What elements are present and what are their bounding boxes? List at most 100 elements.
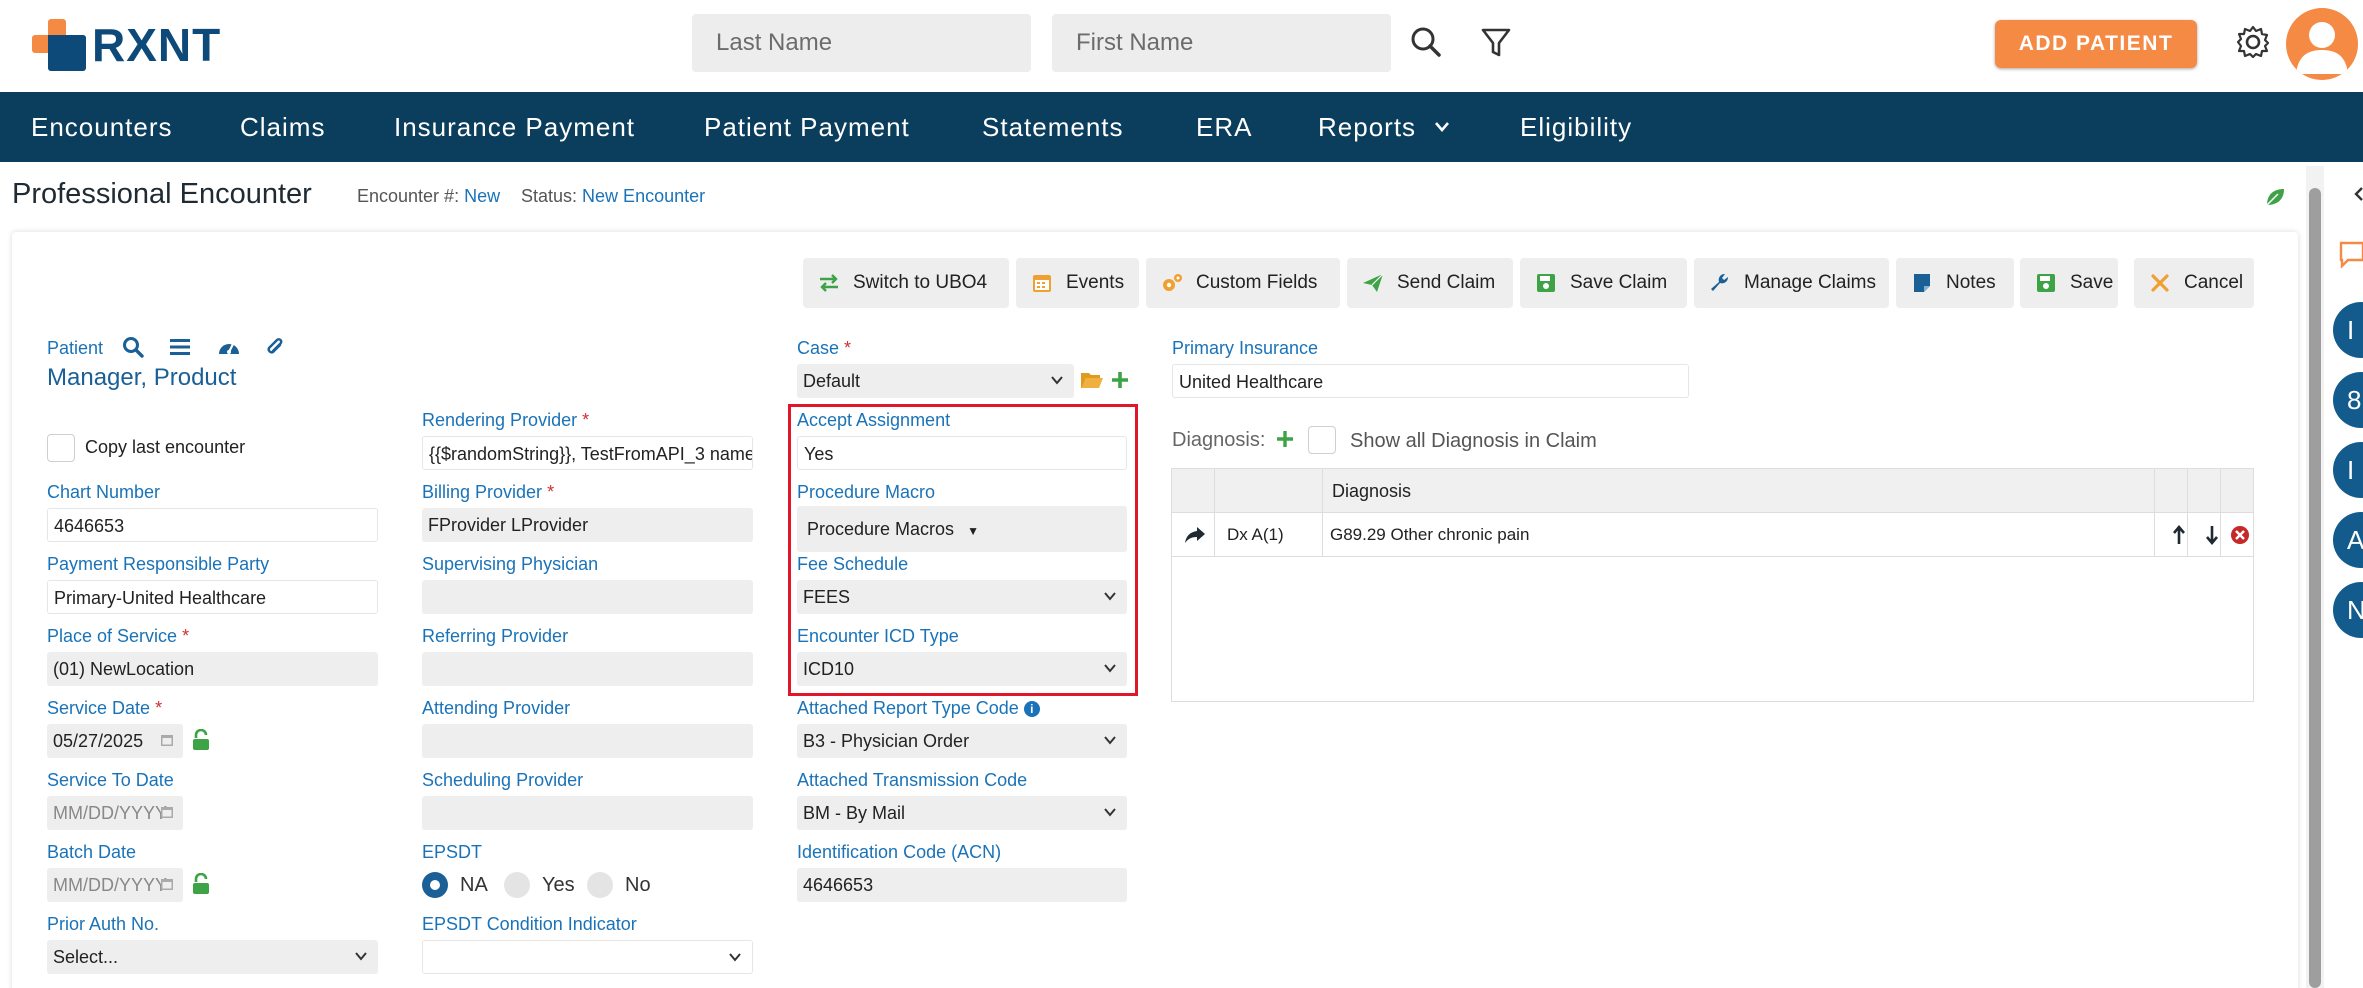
send-claim-label: Send Claim xyxy=(1397,272,1496,293)
add-diagnosis-plus-icon[interactable] xyxy=(1276,430,1294,448)
patient-name-link[interactable]: Manager, Product xyxy=(47,364,236,392)
send-claim-button[interactable]: Send Claim xyxy=(1347,258,1513,308)
show-all-diagnosis-checkbox[interactable] xyxy=(1308,426,1336,454)
attending-provider-field[interactable] xyxy=(422,724,753,758)
diagnosis-description: G89.29 Other chronic pain xyxy=(1330,525,1530,544)
manage-claims-button[interactable]: Manage Claims xyxy=(1694,258,1889,308)
scrollbar-thumb[interactable] xyxy=(2309,188,2321,988)
transmission-code-label: Attached Transmission Code xyxy=(797,770,1028,790)
arrow-up-icon[interactable] xyxy=(2172,524,2186,546)
accept-assignment-field[interactable]: Yes xyxy=(797,436,1127,470)
side-panel-avatar[interactable]: I xyxy=(2333,302,2363,358)
user-avatar-icon[interactable] xyxy=(2286,8,2358,80)
chevron-down-icon[interactable] xyxy=(1434,120,1450,134)
save-button[interactable]: Save xyxy=(2020,258,2118,308)
calendar-icon[interactable] xyxy=(160,877,174,891)
info-icon[interactable]: i xyxy=(1023,701,1040,717)
nav-eligibility[interactable]: Eligibility xyxy=(1520,92,1632,162)
custom-fields-button[interactable]: Custom Fields xyxy=(1146,258,1340,308)
page-title: Professional Encounter xyxy=(12,178,312,210)
add-patient-button[interactable]: ADD PATIENT xyxy=(1995,20,2197,68)
rendering-provider-label-text: Rendering Provider xyxy=(422,410,578,430)
side-panel-avatar[interactable]: N xyxy=(2333,582,2363,638)
procedure-macro-select[interactable]: Procedure Macros ▼ xyxy=(797,506,1127,552)
primary-insurance-field[interactable]: United Healthcare xyxy=(1172,364,1689,398)
nav-era[interactable]: ERA xyxy=(1196,92,1252,162)
epsdt-condition-label: EPSDT Condition Indicator xyxy=(422,914,637,934)
fee-schedule-select[interactable]: FEES xyxy=(797,580,1127,614)
place-of-service-label-text: Place of Service xyxy=(47,626,178,646)
billing-provider-field[interactable]: FProvider LProvider xyxy=(422,508,753,542)
chevron-left-icon[interactable] xyxy=(2354,186,2363,202)
supervising-physician-field[interactable] xyxy=(422,580,753,614)
epsdt-no-radio[interactable] xyxy=(587,872,613,898)
epsdt-yes-radio[interactable] xyxy=(504,872,530,898)
referring-provider-field[interactable] xyxy=(422,652,753,686)
nav-reports[interactable]: Reports xyxy=(1318,92,1416,162)
report-type-code-select[interactable]: B3 - Physician Order xyxy=(797,724,1127,758)
scheduling-provider-field[interactable] xyxy=(422,796,753,830)
nav-claims[interactable]: Claims xyxy=(240,92,325,162)
chevron-down-icon xyxy=(1104,592,1116,601)
copy-last-encounter-label: Copy last encounter xyxy=(85,437,246,457)
switch-to-ub04-button[interactable]: Switch to UBO4 xyxy=(803,258,1009,308)
primary-insurance-label: Primary Insurance xyxy=(1172,338,1319,358)
patient-search-icon[interactable] xyxy=(122,336,144,358)
first-name-search-input[interactable] xyxy=(1052,14,1391,72)
epsdt-na-radio[interactable] xyxy=(422,872,448,898)
transmission-code-select[interactable]: BM - By Mail xyxy=(797,796,1127,830)
chart-number-field[interactable]: 4646653 xyxy=(47,508,378,542)
rendering-provider-field[interactable]: {{$randomString}}, TestFromAPI_3 name xyxy=(422,436,753,470)
paperclip-icon[interactable] xyxy=(265,336,285,358)
dashboard-gauge-icon[interactable] xyxy=(217,336,241,358)
x-icon xyxy=(2151,274,2169,292)
chevron-down-icon xyxy=(1051,376,1063,385)
events-button[interactable]: Events xyxy=(1016,258,1139,308)
status-label: Status: xyxy=(521,186,578,206)
notes-button[interactable]: Notes xyxy=(1896,258,2014,308)
side-panel-avatar[interactable]: A xyxy=(2333,512,2363,568)
unlock-icon[interactable] xyxy=(190,729,212,751)
acn-field[interactable]: 4646653 xyxy=(797,868,1127,902)
copy-last-encounter-checkbox[interactable] xyxy=(47,434,75,462)
diagnosis-label: Diagnosis: xyxy=(1172,429,1266,451)
gear-icon[interactable] xyxy=(2235,24,2271,60)
icd-type-select[interactable]: ICD10 xyxy=(797,652,1127,686)
chat-bubble-icon[interactable] xyxy=(2338,240,2363,270)
folder-open-icon[interactable] xyxy=(1080,370,1104,390)
share-arrow-icon[interactable] xyxy=(1184,525,1206,545)
prior-auth-select[interactable]: Select... xyxy=(47,940,378,974)
payment-party-field[interactable]: Primary-United Healthcare xyxy=(47,580,378,614)
rxnt-logo[interactable]: RXNT xyxy=(32,18,221,72)
calendar-icon[interactable] xyxy=(160,805,174,819)
side-panel-avatar[interactable]: I xyxy=(2333,442,2363,498)
epsdt-condition-select[interactable] xyxy=(422,940,753,974)
filter-icon[interactable] xyxy=(1478,24,1514,60)
case-select[interactable]: Default xyxy=(797,364,1074,398)
diagnosis-column-header: Diagnosis xyxy=(1332,481,1412,501)
remove-circle-icon[interactable] xyxy=(2230,525,2250,545)
cancel-label: Cancel xyxy=(2184,272,2244,293)
save-claim-label: Save Claim xyxy=(1570,272,1668,293)
nav-encounters[interactable]: Encounters xyxy=(31,92,173,162)
column-divider xyxy=(1214,469,1215,557)
nav-statements[interactable]: Statements xyxy=(982,92,1124,162)
add-case-plus-icon[interactable] xyxy=(1110,370,1130,390)
case-label-text: Case xyxy=(797,338,840,358)
patient-menu-icon[interactable] xyxy=(169,337,191,357)
last-name-search-input[interactable] xyxy=(692,14,1031,72)
search-icon[interactable] xyxy=(1408,24,1444,60)
scheduling-provider-label: Scheduling Provider xyxy=(422,770,584,790)
cancel-button[interactable]: Cancel xyxy=(2134,258,2254,308)
calendar-icon[interactable] xyxy=(160,733,174,747)
unlock-icon[interactable] xyxy=(190,873,212,895)
save-claim-button[interactable]: Save Claim xyxy=(1520,258,1687,308)
side-panel-avatar[interactable]: 8 xyxy=(2333,372,2363,428)
place-of-service-field[interactable]: (01) NewLocation xyxy=(47,652,378,686)
vertical-scrollbar[interactable] xyxy=(2306,166,2324,988)
arrow-down-icon[interactable] xyxy=(2205,524,2219,546)
table-row[interactable]: Dx A(1) G89.29 Other chronic pain xyxy=(1172,513,2253,557)
encounter-number-value: New xyxy=(464,186,501,206)
nav-insurance-payment[interactable]: Insurance Payment xyxy=(394,92,635,162)
nav-patient-payment[interactable]: Patient Payment xyxy=(704,92,910,162)
